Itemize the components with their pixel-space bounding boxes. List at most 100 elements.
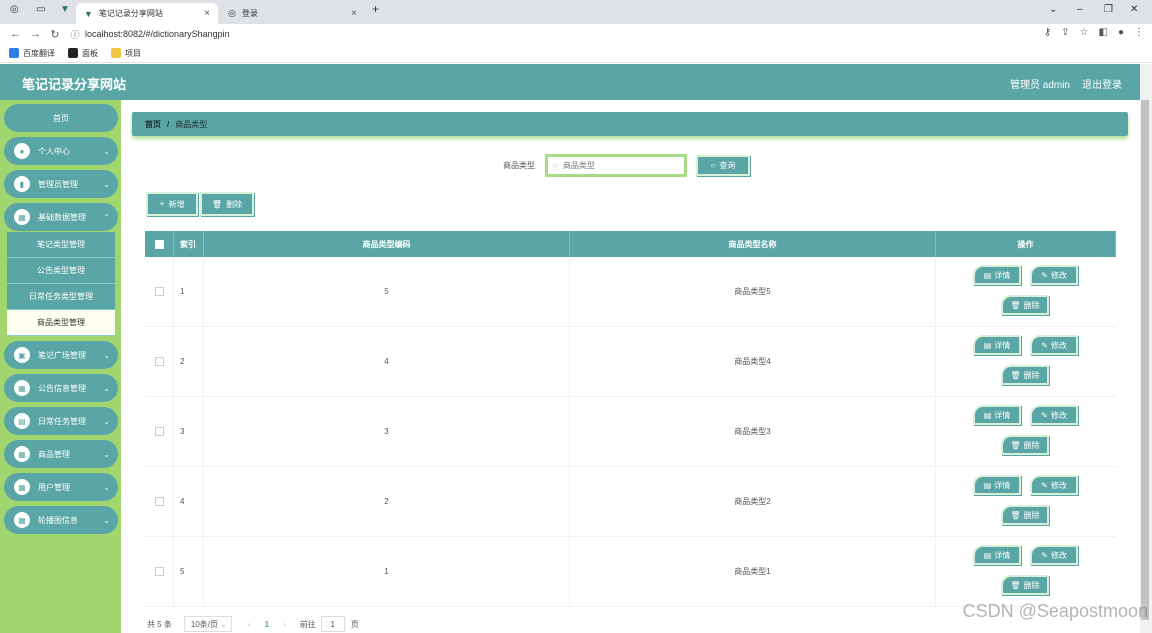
table-header: 索引 商品类型编码 商品类型名称 操作: [145, 231, 1116, 257]
clipboard-icon: ▤: [14, 413, 30, 429]
edit-button[interactable]: ✎ 修改: [1030, 265, 1078, 285]
tab-search-icon[interactable]: ▭: [36, 4, 45, 15]
close-tab-icon[interactable]: ×: [204, 8, 210, 19]
row-checkbox[interactable]: [154, 287, 164, 296]
row-ops: ▤ 详情 ✎ 修改 🗑 删除: [936, 257, 1116, 326]
add-button[interactable]: + 新增: [146, 192, 198, 216]
back-icon[interactable]: ←: [10, 28, 21, 40]
bookmark-translate[interactable]: 百度翻译: [9, 48, 55, 59]
logout-link[interactable]: 退出登录: [1082, 76, 1122, 91]
query-button[interactable]: ○ 查询: [696, 155, 750, 176]
row-select-cell: [145, 397, 174, 466]
sidebar-subitem-product-type[interactable]: 商品类型管理: [7, 310, 115, 336]
bookmark-project[interactable]: 项目: [111, 48, 141, 59]
sidebar-item-product[interactable]: ▦ 商品管理 ⌄: [4, 440, 118, 468]
tab-list-icon[interactable]: ⌄: [1049, 4, 1057, 15]
sidebar-item-base-data[interactable]: ▦ 基础数据管理 ⌃: [4, 203, 118, 231]
search-field[interactable]: ○: [545, 154, 687, 177]
table-row: 3 3 商品类型3 ▤ 详情 ✎ 修改 🗑 删除: [145, 397, 1116, 467]
delete-button[interactable]: 🗑 删除: [1001, 575, 1049, 595]
key-icon[interactable]: ⚷: [1044, 27, 1051, 38]
page-number-current[interactable]: 1: [265, 620, 269, 629]
tab-main[interactable]: ▼ 笔记记录分享网站 ×: [76, 3, 218, 24]
info-icon[interactable]: ⓘ: [70, 28, 80, 41]
row-select-cell: [145, 327, 174, 396]
row-checkbox[interactable]: [154, 497, 164, 506]
row-ops: ▤ 详情 ✎ 修改 🗑 删除: [936, 537, 1116, 606]
sidebar-item-daily-task[interactable]: ▤ 日常任务管理 ⌄: [4, 407, 118, 435]
batch-delete-button[interactable]: 🗑 删除: [200, 192, 254, 216]
goto-page-input[interactable]: 1: [320, 616, 345, 632]
pagination-total: 共 5 条: [147, 619, 172, 629]
chart-icon: ▮: [14, 176, 30, 192]
sidebar-subitem-label: 商品类型管理: [37, 318, 85, 327]
sidebar-subitem-note-type[interactable]: 笔记类型管理: [7, 232, 115, 258]
star-icon[interactable]: ☆: [1080, 27, 1089, 38]
sidebar-subitem-task-type[interactable]: 日常任务类型管理: [7, 284, 115, 310]
row-checkbox[interactable]: [154, 357, 164, 366]
close-window-button[interactable]: ✕: [1130, 4, 1138, 15]
sidebar-item-label: 用户管理: [38, 482, 70, 492]
reload-icon[interactable]: ↻: [50, 28, 60, 41]
sidebar-item-note-square[interactable]: ▣ 笔记广场管理 ⌄: [4, 341, 118, 369]
sidebar-subitem-notice-type[interactable]: 公告类型管理: [7, 258, 115, 284]
plus-icon: +: [159, 199, 165, 209]
delete-label: 删除: [1023, 510, 1040, 520]
sidepanel-icon[interactable]: ◧: [1099, 27, 1108, 38]
sidebar-item-admin[interactable]: ▮ 管理员管理 ⌄: [4, 170, 118, 198]
url-field[interactable]: localhost:8082/#/dictionaryShangpin: [85, 29, 230, 39]
row-code: 2: [204, 467, 570, 536]
delete-button[interactable]: 🗑 删除: [1001, 505, 1049, 525]
edit-button[interactable]: ✎ 修改: [1030, 405, 1078, 425]
vue-tab-icon[interactable]: ▼: [60, 4, 70, 15]
sidebar-item-personal[interactable]: ● 个人中心 ⌄: [4, 137, 118, 165]
edit-label: 修改: [1050, 550, 1067, 560]
profile-icon[interactable]: ●: [1118, 27, 1124, 38]
delete-button[interactable]: 🗑 删除: [1001, 295, 1049, 315]
sidebar-item-notice[interactable]: ▦ 公告信息管理 ⌄: [4, 374, 118, 402]
prev-page-button[interactable]: ‹: [248, 620, 251, 629]
detail-button[interactable]: ▤ 详情: [973, 265, 1021, 285]
vue-logo-icon: ▼: [84, 8, 93, 19]
detail-button[interactable]: ▤ 详情: [973, 405, 1021, 425]
bookmark-panel[interactable]: 面板: [68, 48, 98, 59]
detail-button[interactable]: ▤ 详情: [973, 335, 1021, 355]
select-all-checkbox[interactable]: [154, 239, 164, 249]
forward-icon[interactable]: →: [30, 28, 41, 40]
detail-button[interactable]: ▤ 详情: [973, 475, 1021, 495]
row-checkbox[interactable]: [154, 567, 164, 576]
sidebar-item-user[interactable]: ▦ 用户管理 ⌄: [4, 473, 118, 501]
pagination: 共 5 条 10条/页 ⌄ ‹ 1 › 前往 1 页: [147, 616, 359, 632]
more-icon[interactable]: ⋮: [1134, 27, 1144, 38]
search-input[interactable]: [562, 161, 673, 170]
delete-button[interactable]: 🗑 删除: [1001, 365, 1049, 385]
user-icon: ●: [14, 143, 30, 159]
tab-title: 笔记记录分享网站: [98, 9, 163, 18]
row-select-cell: [145, 257, 174, 326]
scrollbar-thumb[interactable]: [1141, 100, 1149, 620]
pencil-icon: ✎: [1041, 550, 1048, 560]
delete-button[interactable]: 🗑 删除: [1001, 435, 1049, 455]
minimize-button[interactable]: –: [1077, 4, 1083, 15]
edit-button[interactable]: ✎ 修改: [1030, 335, 1078, 355]
new-tab-button[interactable]: +: [372, 2, 379, 16]
sidebar-item-home[interactable]: 首页: [4, 104, 118, 132]
detail-button[interactable]: ▤ 详情: [973, 545, 1021, 565]
breadcrumb-home[interactable]: 首页: [145, 119, 161, 130]
page-size-select[interactable]: 10条/页 ⌄: [183, 616, 232, 632]
tab-login[interactable]: ◎ 登录 ×: [220, 3, 365, 24]
row-checkbox[interactable]: [154, 427, 164, 436]
grid-icon: ▦: [14, 380, 30, 396]
maximize-button[interactable]: ❐: [1104, 4, 1113, 15]
browser-menu-icon[interactable]: ◎: [10, 4, 19, 15]
edit-button[interactable]: ✎ 修改: [1030, 475, 1078, 495]
edit-label: 修改: [1050, 340, 1067, 350]
sidebar-item-carousel[interactable]: ▦ 轮播图信息 ⌄: [4, 506, 118, 534]
delete-button-label: 删除: [226, 199, 243, 209]
chevron-down-icon: ⌄: [103, 146, 110, 156]
next-page-button[interactable]: ›: [283, 620, 286, 629]
close-tab-icon[interactable]: ×: [351, 8, 357, 19]
edit-button[interactable]: ✎ 修改: [1030, 545, 1078, 565]
share-icon[interactable]: ⇪: [1061, 27, 1069, 38]
chevron-down-icon: ⌄: [103, 515, 110, 525]
